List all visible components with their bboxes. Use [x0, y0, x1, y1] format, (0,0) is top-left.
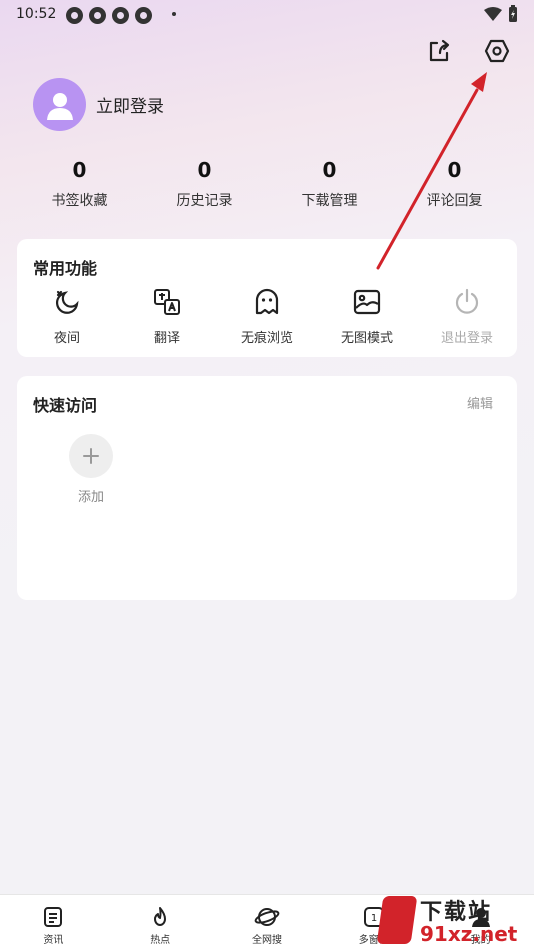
watermark-badge [376, 896, 418, 944]
stat-label: 下载管理 [301, 193, 358, 209]
night-mode-icon [56, 290, 79, 314]
top-actions [424, 36, 512, 66]
function-row: 夜间 翻译 无痕浏览 无图模式 退出登录 [17, 287, 517, 346]
stat-bookmarks[interactable]: 0 书签收藏 [17, 156, 142, 210]
stat-label: 书签收藏 [51, 193, 108, 209]
settings-hexagon-icon [484, 39, 510, 63]
nav-label: 全网搜 [251, 935, 282, 946]
planet-icon [254, 908, 280, 926]
add-button[interactable] [69, 434, 113, 478]
more-notifications-dot [172, 12, 176, 16]
power-icon [455, 288, 479, 314]
ghost-icon [255, 288, 279, 315]
nav-search-all[interactable]: 全网搜 [214, 895, 321, 950]
edit-button[interactable]: 编辑 [467, 393, 493, 412]
wifi-icon [484, 7, 502, 21]
notification-icon [112, 7, 129, 24]
translate-button[interactable]: 翻译 [117, 287, 217, 346]
status-time: 10:52 [16, 6, 57, 22]
function-label: 夜间 [53, 331, 80, 346]
share-button[interactable] [424, 36, 454, 66]
nav-news[interactable]: 资讯 [0, 895, 107, 950]
stat-label: 评论回复 [426, 193, 483, 209]
quick-access-card: 快速访问 编辑 添加 [17, 376, 517, 600]
card-title: 快速访问 [33, 396, 98, 415]
stat-value: 0 [72, 158, 87, 182]
function-label: 无图模式 [340, 331, 393, 346]
battery-icon [509, 5, 517, 22]
stat-downloads[interactable]: 0 下载管理 [267, 156, 392, 210]
card-title: 常用功能 [33, 259, 98, 278]
night-mode-button[interactable]: 夜间 [17, 287, 117, 346]
stat-history[interactable]: 0 历史记录 [142, 156, 267, 210]
notification-icon [89, 7, 106, 24]
plus-icon [83, 448, 99, 464]
stats-row: 0 书签收藏 0 历史记录 0 下载管理 0 评论回复 [17, 156, 517, 210]
incognito-button[interactable]: 无痕浏览 [217, 287, 317, 346]
notification-icon [135, 7, 152, 24]
share-icon [429, 39, 450, 62]
no-image-mode-button[interactable]: 无图模式 [317, 287, 417, 346]
profile-header[interactable]: 立即登录 [33, 78, 164, 131]
nav-trending[interactable]: 热点 [107, 895, 214, 950]
settings-button[interactable] [482, 36, 512, 66]
no-image-icon [353, 289, 381, 315]
stat-label: 历史记录 [176, 193, 233, 209]
stat-comments[interactable]: 0 评论回复 [392, 156, 517, 210]
notification-icons [66, 7, 152, 24]
nav-label: 资讯 [43, 935, 64, 946]
flame-icon [154, 907, 167, 926]
avatar[interactable] [33, 78, 86, 131]
watermark-url: 91xz.net [420, 922, 518, 946]
add-label: 添加 [77, 490, 104, 505]
stat-value: 0 [447, 158, 462, 182]
logout-button[interactable]: 退出登录 [417, 287, 517, 346]
function-label: 无痕浏览 [240, 331, 293, 346]
notification-icon [66, 7, 83, 24]
stat-value: 0 [322, 158, 337, 182]
watermark-logo: 下载站 91xz.net [376, 892, 530, 948]
news-icon [44, 907, 63, 927]
stat-value: 0 [197, 158, 212, 182]
window-count: 1 [371, 913, 377, 924]
nav-label: 热点 [150, 935, 171, 946]
status-bar: 10:52 [0, 0, 534, 30]
translate-icon [154, 289, 180, 315]
function-label: 退出登录 [440, 331, 493, 346]
user-icon [46, 92, 73, 120]
login-link[interactable]: 立即登录 [96, 92, 164, 117]
common-functions-card: 常用功能 夜间 翻译 无痕浏览 无图模式 退出登录 [17, 239, 517, 357]
function-label: 翻译 [153, 331, 180, 346]
add-shortcut[interactable]: 添加 [69, 434, 113, 505]
